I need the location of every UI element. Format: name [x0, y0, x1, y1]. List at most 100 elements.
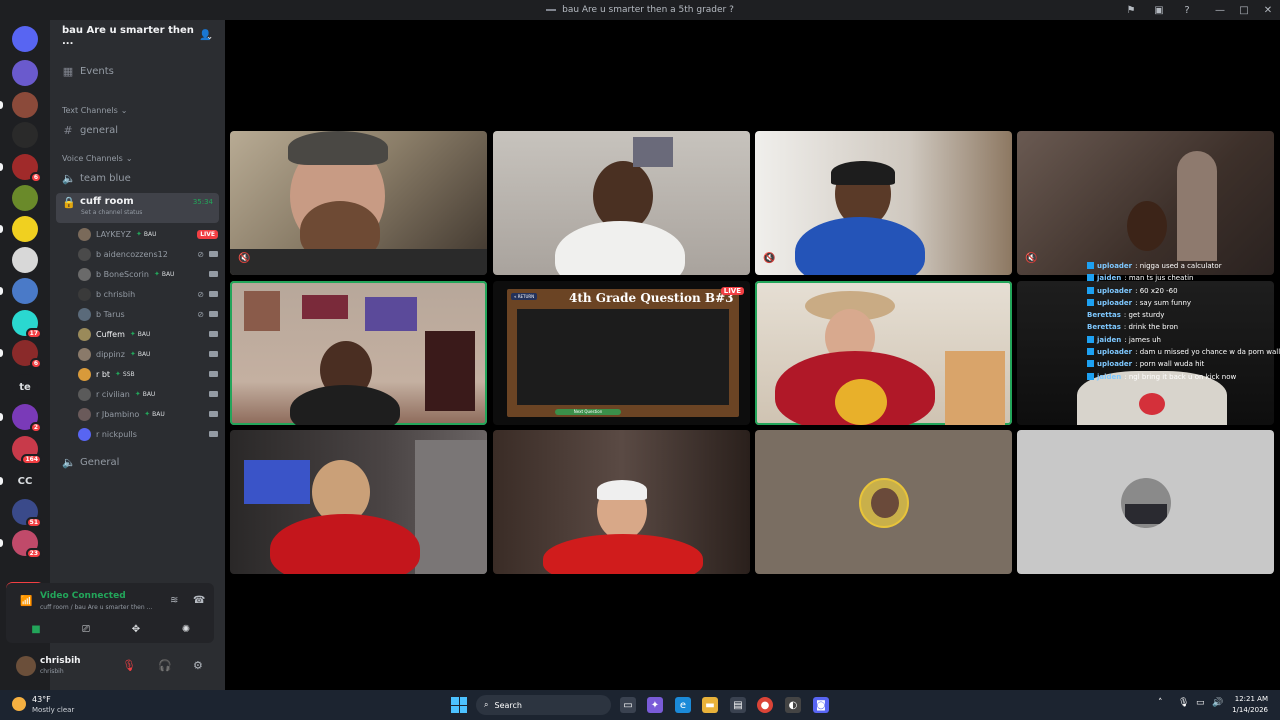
voice-channel-cuff-room[interactable]: 🔒 cuff room 35:34 Set a channel status	[56, 193, 219, 223]
server-tag-label: BAU	[137, 350, 151, 358]
minimize-button[interactable]: —	[1208, 0, 1232, 20]
voice-channel-team-blue[interactable]: 🔈 team blue	[56, 168, 219, 188]
video-tile[interactable]	[230, 281, 487, 425]
video-tile[interactable]: 🔇	[230, 131, 487, 275]
weather-moon-icon[interactable]	[12, 697, 26, 711]
server-icon[interactable]: 164	[12, 436, 42, 465]
server-icon[interactable]	[12, 278, 38, 304]
start-button[interactable]	[451, 697, 467, 713]
hash-icon: #	[63, 123, 73, 137]
voice-user[interactable]: b aidencozzens12 ⊘	[78, 244, 218, 264]
server-icon[interactable]	[12, 122, 38, 148]
voice-user[interactable]: Cuffem ✦ BAU	[78, 324, 218, 344]
server-label: CC	[17, 475, 33, 487]
voice-user[interactable]: r Jbambino ✦ BAU	[78, 404, 218, 424]
app-icon[interactable]: ◐	[785, 697, 801, 713]
participant-body	[555, 221, 685, 275]
task-view-icon[interactable]: ▭	[620, 697, 636, 713]
video-tile[interactable]	[230, 430, 487, 574]
voice-channel-general[interactable]: 🔈 General	[56, 452, 219, 472]
server-icon[interactable]: 6	[12, 340, 42, 369]
chrome-icon[interactable]: ●	[757, 697, 773, 713]
server-icon[interactable]	[12, 60, 38, 86]
activities-button[interactable]: ✥	[116, 619, 156, 639]
screen-icon[interactable]: ▣	[1152, 3, 1166, 17]
voice-user[interactable]: dippinz ✦ BAU	[78, 344, 218, 364]
tv-screen	[244, 460, 310, 504]
volume-icon[interactable]: 🔊	[1212, 698, 1223, 708]
soundboard-button[interactable]: ✺	[166, 619, 206, 639]
text-channels-category[interactable]: Text Channels ⌄	[62, 106, 127, 115]
video-tile[interactable]	[755, 281, 1012, 425]
voice-user[interactable]: b Tarus ⊘	[78, 304, 218, 324]
voice-channels-category[interactable]: Voice Channels ⌄	[62, 154, 133, 163]
guild-header[interactable]: bau Are u smarter then ... ⌄ 👤	[50, 20, 225, 52]
soundboard-wave-icon[interactable]: ≋	[170, 595, 178, 606]
video-grid: 🔇 🔇 🔇 « RETURN 4th Grade Question B#3 Ne…	[225, 20, 1280, 690]
avatar[interactable]	[16, 656, 36, 676]
video-tile[interactable]: 🔇	[755, 131, 1012, 275]
chat-username: jaiden	[1097, 372, 1122, 381]
camera-button[interactable]: ■	[16, 619, 56, 639]
copilot-icon[interactable]: ✦	[647, 697, 663, 713]
server-icon[interactable]: 6	[12, 154, 42, 183]
return-button[interactable]: « RETURN	[511, 293, 538, 300]
maximize-button[interactable]: □	[1232, 0, 1256, 20]
edge-icon[interactable]: e	[675, 697, 691, 713]
video-tile[interactable]	[493, 430, 750, 574]
server-icon[interactable]: 2	[12, 404, 42, 433]
microphone-icon[interactable]: 🎙	[1178, 698, 1189, 708]
network-icon[interactable]: ▭	[1196, 698, 1205, 708]
help-icon[interactable]: ?	[1180, 3, 1194, 17]
clock[interactable]: 12:21 AM 1/14/2026	[1232, 694, 1268, 716]
voice-user[interactable]: r civilian ✦ BAU	[78, 384, 218, 404]
voice-user[interactable]: b chrisbih ⊘	[78, 284, 218, 304]
video-tile-avatar[interactable]	[755, 430, 1012, 574]
server-icon[interactable]: te	[12, 374, 38, 400]
tag-badge-icon: ✦	[153, 270, 160, 278]
screen-share-tile[interactable]: « RETURN 4th Grade Question B#3 Next Que…	[493, 281, 750, 425]
weather-condition[interactable]: Mostly clear	[32, 706, 74, 714]
video-tile[interactable]	[493, 131, 750, 275]
file-explorer-icon[interactable]: ▬	[702, 697, 718, 713]
server-tag-label: BAU	[143, 230, 157, 238]
participant-beanie	[597, 480, 647, 500]
voice-user[interactable]: b BoneScorin ✦ BAU	[78, 264, 218, 284]
server-icon[interactable]	[12, 92, 38, 118]
server-icon[interactable]	[12, 185, 38, 211]
events-link[interactable]: ▦ Events	[56, 61, 219, 81]
weather-temperature[interactable]: 43°F	[32, 695, 51, 704]
server-icon[interactable]	[12, 247, 38, 273]
store-icon[interactable]: ▤	[730, 697, 746, 713]
video-tile-avatar[interactable]	[1017, 430, 1274, 574]
next-question-button[interactable]: Next Question	[555, 409, 621, 415]
channel-status[interactable]: Set a channel status	[81, 209, 142, 216]
screen-share-button[interactable]: ⎚	[66, 619, 106, 639]
invite-icon[interactable]: 👤	[199, 30, 211, 42]
server-icon[interactable]: CC	[12, 468, 38, 494]
server-icon[interactable]: 17	[12, 310, 42, 339]
voice-user[interactable]: r nickpulls	[78, 424, 218, 444]
disconnect-icon[interactable]: ☎	[193, 595, 205, 606]
inbox-icon[interactable]: ⚑	[1124, 3, 1138, 17]
server-icon[interactable]	[12, 216, 38, 242]
channel-general[interactable]: # general	[56, 120, 219, 140]
discord-home-icon[interactable]	[12, 26, 38, 52]
server-icon[interactable]: 23	[12, 530, 42, 559]
headphones-icon[interactable]: 🎧	[158, 659, 172, 672]
platform-icon	[1087, 360, 1094, 368]
video-tile[interactable]: 🔇	[1017, 131, 1274, 275]
close-button[interactable]: ✕	[1256, 0, 1280, 20]
mic-muted-icon[interactable]: 🎙	[122, 659, 136, 672]
voice-user[interactable]: LAYKEYZ ✦ BAU LIVE	[78, 224, 218, 244]
chevron-up-icon[interactable]: ˄	[1158, 698, 1163, 708]
gear-icon[interactable]: ⚙	[193, 659, 203, 672]
tag-badge-icon: ✦	[144, 410, 151, 418]
discord-icon[interactable]: ◙	[813, 697, 829, 713]
voice-user-name: b aidencozzens12	[96, 249, 168, 259]
search-box[interactable]: ⌕ Search	[476, 695, 611, 715]
voice-user[interactable]: r bt ✦ SSB	[78, 364, 218, 384]
voice-channel-path[interactable]: cuff room / bau Are u smarter then ...	[40, 604, 152, 611]
server-icon[interactable]: 51	[12, 499, 42, 528]
server-tag-label: BAU	[161, 270, 175, 278]
